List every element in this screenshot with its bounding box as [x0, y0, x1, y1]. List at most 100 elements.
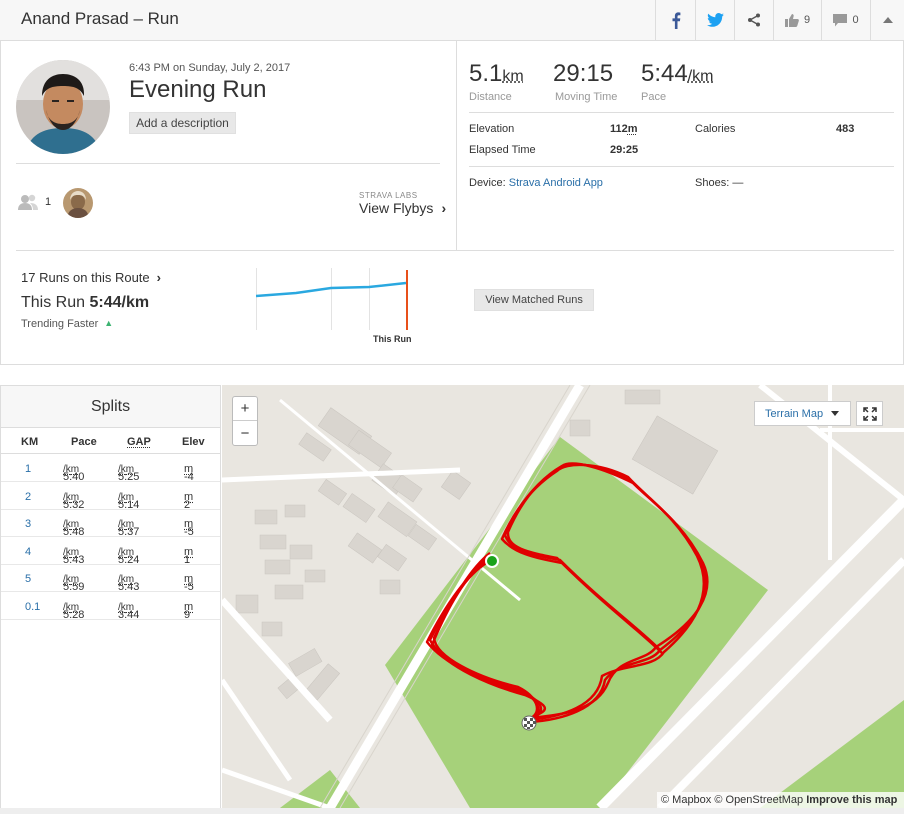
pace-stat: 5:44/km: [641, 60, 714, 88]
split-pace: 5:43 /km: [63, 546, 84, 566]
chart-this-run-label: This Run: [373, 334, 412, 344]
zoom-in-button[interactable]: +: [233, 397, 257, 421]
this-run-label: This Run: [21, 294, 86, 311]
split-row[interactable]: 4 5:43 /km 5:24 /km 1 m: [1, 538, 220, 566]
view-matched-runs-button[interactable]: View Matched Runs: [474, 289, 594, 311]
facebook-icon: [672, 11, 680, 29]
split-pace-value: 5:40: [63, 471, 85, 483]
split-gap: 5:24 /km: [118, 546, 139, 566]
comment-button[interactable]: 0: [821, 0, 870, 40]
group-athlete-avatar[interactable]: [63, 188, 93, 218]
split-elev: 1 m: [184, 546, 193, 566]
splits-title: Splits: [1, 386, 220, 428]
split-elev: -5 m: [184, 518, 194, 538]
split-row[interactable]: 1 5:40 /km 5:25 /km -4 m: [1, 455, 220, 483]
divider: [469, 166, 894, 167]
pace-label: Pace: [641, 91, 667, 103]
view-flybys-link[interactable]: View Flybys ›: [359, 200, 446, 216]
group-icon: [18, 194, 38, 210]
splits-header-row: KM Pace GAP Elev: [1, 428, 220, 454]
athlete-avatar[interactable]: [16, 60, 110, 154]
start-marker: [485, 554, 499, 568]
device-label: Device:: [469, 177, 506, 189]
pace-unit: /km: [687, 68, 714, 85]
finish-marker: [521, 715, 537, 731]
kudos-button[interactable]: 9: [773, 0, 821, 40]
facebook-share-button[interactable]: [655, 0, 695, 40]
chevron-up-icon: [882, 17, 893, 23]
route-map[interactable]: [222, 385, 904, 808]
split-km: 3: [25, 518, 32, 530]
caret-down-icon: [831, 411, 840, 416]
split-km: 1: [25, 463, 32, 475]
this-run-pace: This Run 5:44/km: [21, 294, 149, 312]
expand-icon: [862, 406, 877, 421]
col-gap: GAP: [127, 436, 151, 448]
map-attribution: © Mapbox © OpenStreetMap Improve this ma…: [657, 792, 904, 808]
distance-unit: km: [502, 68, 524, 85]
trend-up-icon: ▲: [104, 318, 114, 328]
split-row[interactable]: 5 5:59 /km 5:43 /km -5 m: [1, 565, 220, 593]
zoom-control: + −: [232, 396, 258, 446]
runs-on-route-link[interactable]: 17 Runs on this Route ›: [21, 270, 161, 285]
split-pace: 5:59 /km: [63, 573, 84, 593]
split-pace-value: 5:28: [63, 608, 85, 621]
col-elev: Elev: [182, 436, 205, 448]
zoom-out-button[interactable]: −: [233, 421, 257, 445]
share-button[interactable]: [734, 0, 773, 40]
split-row[interactable]: 0.1 5:28 /km 3:44 /km 9 m: [1, 593, 220, 621]
shoes-row: Shoes: —: [695, 177, 743, 189]
group-athletes[interactable]: 1: [18, 194, 51, 210]
device-link[interactable]: Strava Android App: [509, 177, 603, 189]
attribution-text[interactable]: © Mapbox © OpenStreetMap: [661, 794, 803, 806]
activity-datetime: 6:43 PM on Sunday, July 2, 2017: [129, 62, 291, 74]
divider: [456, 41, 457, 250]
distance-value: 5.1: [469, 60, 503, 87]
divider: [16, 250, 894, 251]
divider: [16, 163, 440, 164]
moving-time-label: Moving Time: [555, 91, 618, 103]
split-km: 0.1: [25, 600, 41, 613]
split-pace-value: 5:59: [63, 581, 85, 593]
activity-name: Evening Run: [129, 76, 267, 103]
split-gap: 5:37 /km: [118, 518, 139, 538]
split-elev: -5 m: [184, 573, 194, 593]
thumbs-up-icon: [784, 13, 799, 27]
split-elev-value: -5: [184, 581, 194, 593]
split-km: 2: [25, 490, 32, 503]
split-elev-value: 1: [184, 553, 191, 566]
split-pace-value: 5:43: [63, 553, 85, 566]
kudos-count: 9: [803, 14, 811, 26]
collapse-button[interactable]: [870, 0, 904, 40]
split-pace: 5:40 /km: [63, 463, 84, 483]
twitter-share-button[interactable]: [695, 0, 734, 40]
split-gap: 5:43 /km: [118, 573, 139, 593]
map-type-label: Terrain Map: [765, 407, 824, 420]
split-row[interactable]: 2 5:32 /km 5:14 /km 2 m: [1, 483, 220, 511]
moving-time-value: 29:15: [553, 60, 614, 87]
improve-map-link[interactable]: Improve this map: [806, 794, 897, 806]
split-pace-value: 5:48: [63, 526, 85, 538]
runs-on-route-label: 17 Runs on this Route: [21, 270, 150, 285]
split-elev: 9 m: [184, 601, 193, 621]
split-km: 4: [25, 545, 32, 558]
split-pace-value: 5:32: [63, 498, 85, 511]
split-elev: -4 m: [184, 463, 194, 483]
route-trend-chart: [256, 268, 408, 330]
divider: [469, 112, 894, 113]
split-gap-value: 5:14: [118, 498, 140, 511]
elapsed-time-value: 29:25: [610, 144, 639, 156]
split-gap: 5:14 /km: [118, 491, 139, 511]
split-row[interactable]: 3 5:48 /km 5:37 /km -5 m: [1, 510, 220, 538]
elevation-label: Elevation: [469, 123, 515, 135]
device-row: Device: Strava Android App: [469, 177, 603, 189]
splits-panel: Splits KM Pace GAP Elev 1 5:40 /km 5:25 /k…: [0, 385, 221, 814]
add-description-button[interactable]: Add a description: [129, 112, 236, 134]
fullscreen-button[interactable]: [856, 401, 883, 426]
page-header: Anand Prasad – Run 9 0: [0, 0, 904, 41]
split-pace: 5:28 /km: [63, 601, 84, 621]
bottom-scroll-edge: [0, 808, 904, 814]
map-type-dropdown[interactable]: Terrain Map: [754, 401, 851, 426]
shoes-label: Shoes:: [695, 177, 730, 189]
split-elev-value: 9: [184, 608, 191, 621]
